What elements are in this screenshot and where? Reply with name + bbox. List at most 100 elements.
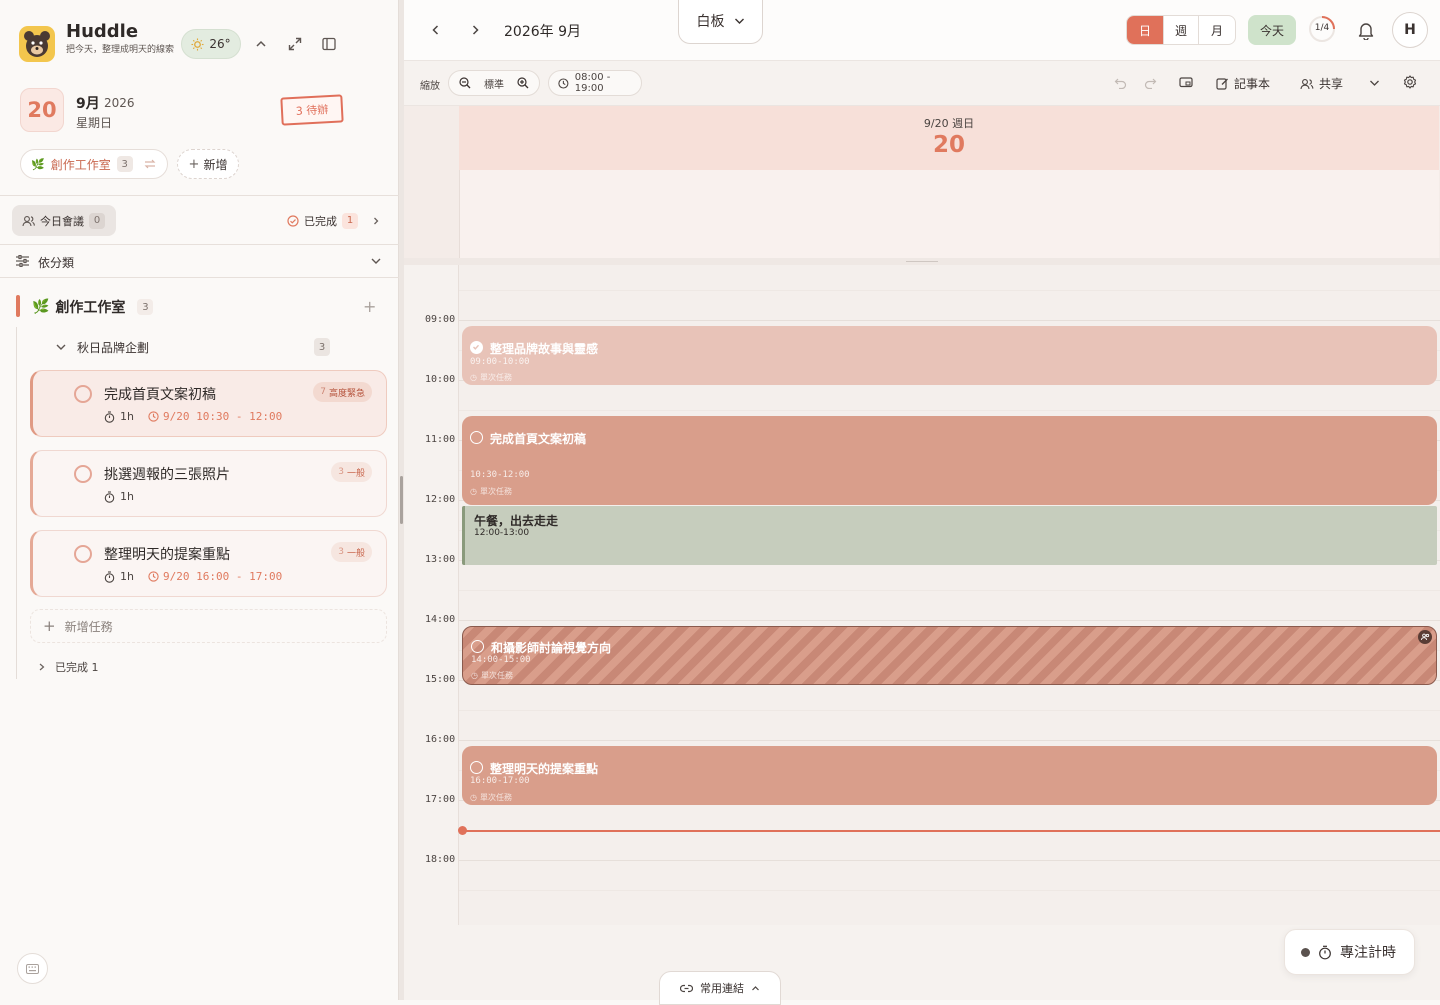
completed-toggle[interactable]: 已完成 1 [38,659,99,675]
expand-button[interactable] [285,34,305,54]
current-time-dot [458,826,467,835]
half-hour-line [459,410,1440,411]
completed-summary-button[interactable]: 已完成 1 [287,205,383,236]
add-workspace-button[interactable]: + 新增 [177,149,239,179]
hour-label: 10:00 [425,374,456,385]
zoom-out-icon[interactable] [459,77,471,89]
event-title: 整理品牌故事與靈感 [490,342,599,356]
half-hour-line [459,890,1440,891]
undo-button[interactable] [1112,75,1128,91]
priority-label: 一般 [346,548,365,559]
next-period-button[interactable] [467,20,483,40]
redo-button[interactable] [1142,75,1158,91]
group-by-label: 依分類 [38,256,75,270]
collapse-header-button[interactable] [251,34,271,54]
add-to-group-button[interactable]: + [363,297,376,316]
task-checkbox[interactable] [74,545,92,563]
hour-label: 12:00 [425,494,456,505]
all-day-resizer[interactable] [404,258,1440,265]
toggle-sidebar-button[interactable] [319,34,339,54]
time-grid[interactable]: 08:0009:0010:0011:0012:0013:0014:0015:00… [404,265,1440,925]
notifications-button[interactable] [1355,19,1377,41]
task-title: 完成首頁文案初稿 [104,387,216,403]
event-block[interactable]: 整理品牌故事與靈感 09:00-10:00 ◷ 單次任務 [462,326,1437,385]
task-checkbox[interactable] [74,385,92,403]
date-year: 2026 [104,96,135,110]
task-card[interactable]: 挑選週報的三張照片 3 一般 1h [30,450,387,517]
weather-chip[interactable]: 26° [181,29,241,59]
group-by-selector[interactable]: 依分類 [0,245,399,277]
hour-label: 14:00 [425,614,456,625]
priority-number: 3 [338,547,344,557]
workspace-count: 3 [116,156,133,172]
progress-ring[interactable]: 1/4 [1307,14,1337,44]
prev-period-button[interactable] [428,20,444,40]
event-type: ◷ 單次任務 [471,670,513,681]
notebook-button[interactable]: 記事本 [1216,75,1270,92]
share-button[interactable]: 共享 [1300,75,1343,92]
focus-timer-button[interactable]: 專注計時 [1284,929,1415,975]
priority-badge: 7 高度緊急 [313,382,372,402]
keyboard-shortcuts-button[interactable] [17,953,48,984]
view-month-tab[interactable]: 月 [1199,16,1235,44]
hour-label: 09:00 [425,314,456,325]
view-week-tab[interactable]: 週 [1163,16,1199,44]
current-time-line [462,830,1440,832]
time-range-button[interactable]: 08:00 - 19:00 [548,70,642,96]
add-task-label: 新增任務 [64,619,113,634]
event-time: 09:00-10:00 [470,357,530,367]
settings-button[interactable] [1402,74,1418,90]
workspace-name: 創作工作室 [50,157,111,172]
clock-icon [148,571,159,582]
task-card[interactable]: 整理明天的提案重點 3 一般 1h 9/20 16:00 - 17:00 [30,530,387,597]
cast-button[interactable] [1178,75,1194,91]
today-meetings-button[interactable]: 今日會議 0 [12,205,116,236]
hour-line [459,860,1440,861]
event-time: 10:30-12:00 [470,470,530,480]
today-button[interactable]: 今天 [1248,15,1296,45]
group-header[interactable]: 🌿 創作工作室 3 [32,297,154,317]
weather-temp: 26° [209,37,231,51]
event-block[interactable]: 午餐，出去走走 12:00-13:00 [462,506,1437,565]
edit-icon [1216,78,1228,90]
clock-icon: ◷ [470,487,477,496]
zoom-in-icon[interactable] [517,77,529,89]
event-block[interactable]: 整理明天的提案重點 16:00-17:00 ◷ 單次任務 [462,746,1437,805]
half-hour-line [459,290,1440,291]
add-workspace-label: 新增 [203,157,228,172]
group-name: 創作工作室 [55,300,126,316]
board-label: 白板 [696,14,725,30]
subgroup-header[interactable]: 秋日品牌企劃 3 [55,337,335,357]
event-block[interactable]: 完成首頁文案初稿 10:30-12:00 ◷ 單次任務 [462,416,1437,505]
clock-icon: ◷ [470,793,477,802]
more-options-button[interactable] [1366,76,1382,90]
task-checkbox[interactable] [74,465,92,483]
chevron-right-icon [472,25,479,35]
event-checkbox[interactable] [471,640,484,653]
workspace-chip[interactable]: 🌿 創作工作室 3 [20,149,168,179]
done-label: 已完成 [304,214,337,228]
group-count: 3 [137,299,154,315]
board-dropdown[interactable]: 白板 [678,0,763,44]
divider [0,195,399,196]
event-done-icon[interactable] [470,341,483,354]
view-day-tab[interactable]: 日 [1127,16,1163,44]
hour-label: 18:00 [425,854,456,865]
event-checkbox[interactable] [470,761,483,774]
event-checkbox[interactable] [470,431,483,444]
event-block[interactable]: 和攝影師討論視覺方向 14:00-15:00 ◷ 單次任務 [462,626,1437,685]
day-header-label: 9/20 週日 [923,117,975,130]
chevron-down-icon [1369,80,1379,86]
hour-line [459,320,1440,321]
event-title: 整理明天的提案重點 [490,762,599,776]
add-task-button[interactable]: + 新增任務 [30,609,387,643]
chevron-up-icon [256,40,266,47]
task-card[interactable]: 完成首頁文案初稿 7 高度緊急 1h 9/20 10:30 - 12:00 [30,370,387,437]
task-duration: 1h [120,410,134,423]
todo-stamp[interactable]: 3 待辦 [280,94,344,126]
timer-icon [104,570,115,583]
event-type: ◷ 單次任務 [470,486,512,497]
user-avatar[interactable]: H [1392,12,1428,48]
hour-label: 15:00 [425,674,456,685]
resize-handle[interactable] [400,476,403,524]
